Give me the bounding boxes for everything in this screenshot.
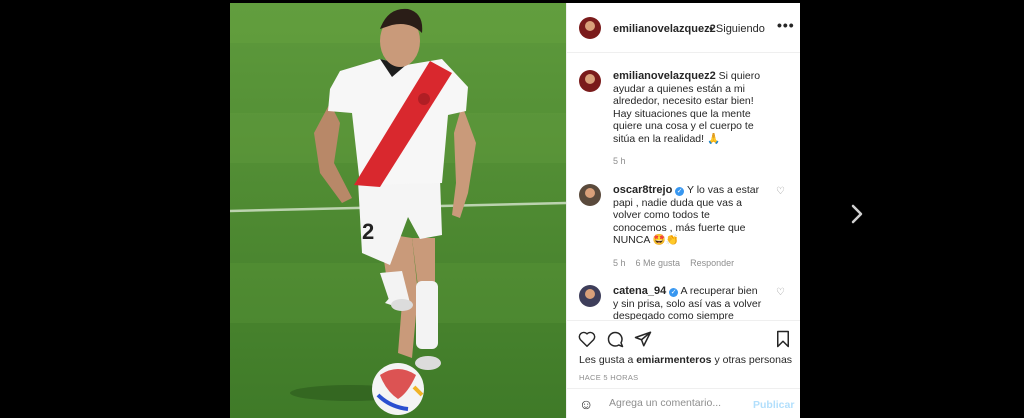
- post-timestamp[interactable]: HACE 5 HORAS: [579, 373, 638, 382]
- comments-list[interactable]: emilianovelazquez2 Si quiero ayudar a qu…: [567, 54, 800, 320]
- post-actions: Les gusta a emiarmenteros y otras person…: [567, 320, 800, 388]
- comment-meta: 5 h 6 Me gusta Responder: [613, 258, 734, 268]
- likes-summary: Les gusta a emiarmenteros y otras person…: [579, 354, 792, 366]
- comment-likes[interactable]: 6 Me gusta: [636, 258, 681, 268]
- comment-username[interactable]: oscar8trejo: [613, 184, 672, 196]
- comment-like-heart-icon[interactable]: ♡: [776, 186, 785, 197]
- comment-body: oscar8trejo ✓ Y lo vas a estar papi , na…: [613, 184, 763, 247]
- caption-time[interactable]: 5 h: [613, 156, 626, 166]
- next-post-chevron-icon[interactable]: [848, 203, 866, 225]
- comment-time[interactable]: 5 h: [613, 258, 626, 268]
- football-player-photo: 2: [230, 3, 566, 418]
- save-bookmark-icon[interactable]: [773, 329, 793, 349]
- caption-avatar[interactable]: [579, 70, 601, 92]
- post-sidebar: emilianovelazquez2 • Siguiendo ••• emili…: [566, 3, 800, 418]
- comment-bubble-icon[interactable]: [605, 329, 625, 349]
- verified-badge-icon: ✓: [669, 288, 679, 297]
- caption-body: emilianovelazquez2 Si quiero ayudar a qu…: [613, 70, 763, 145]
- share-send-icon[interactable]: [633, 329, 653, 349]
- comment-username[interactable]: catena_94: [613, 285, 666, 297]
- more-options-icon[interactable]: •••: [777, 17, 795, 33]
- svg-text:2: 2: [362, 219, 374, 244]
- like-heart-icon[interactable]: [577, 329, 597, 349]
- caption-username[interactable]: emilianovelazquez2: [613, 70, 716, 82]
- post-photo[interactable]: 2: [230, 3, 566, 418]
- comment-composer: ☺ Publicar: [567, 388, 800, 418]
- post-modal: 2 emilianovelazquez2 • Siguiendo ••• emi…: [230, 3, 800, 418]
- likes-user[interactable]: emiarmenteros: [636, 354, 711, 366]
- comment-avatar[interactable]: [579, 285, 601, 307]
- author-avatar[interactable]: [579, 17, 601, 39]
- publish-button[interactable]: Publicar: [753, 399, 794, 411]
- comment-input[interactable]: [607, 396, 751, 410]
- likes-prefix: Les gusta a: [579, 354, 634, 366]
- likes-suffix[interactable]: y otras personas: [714, 354, 792, 366]
- follow-status[interactable]: • Siguiendo: [709, 23, 765, 35]
- emoji-picker-icon[interactable]: ☺: [579, 396, 593, 412]
- post-header: emilianovelazquez2 • Siguiendo •••: [567, 3, 800, 53]
- comment-like-heart-icon[interactable]: ♡: [776, 287, 785, 298]
- author-username[interactable]: emilianovelazquez2: [613, 23, 716, 35]
- comment-reply-button[interactable]: Responder: [690, 258, 734, 268]
- comment-avatar[interactable]: [579, 184, 601, 206]
- comment-body: catena_94 ✓ A recuperar bien y sin prisa…: [613, 285, 763, 320]
- verified-badge-icon: ✓: [675, 187, 685, 196]
